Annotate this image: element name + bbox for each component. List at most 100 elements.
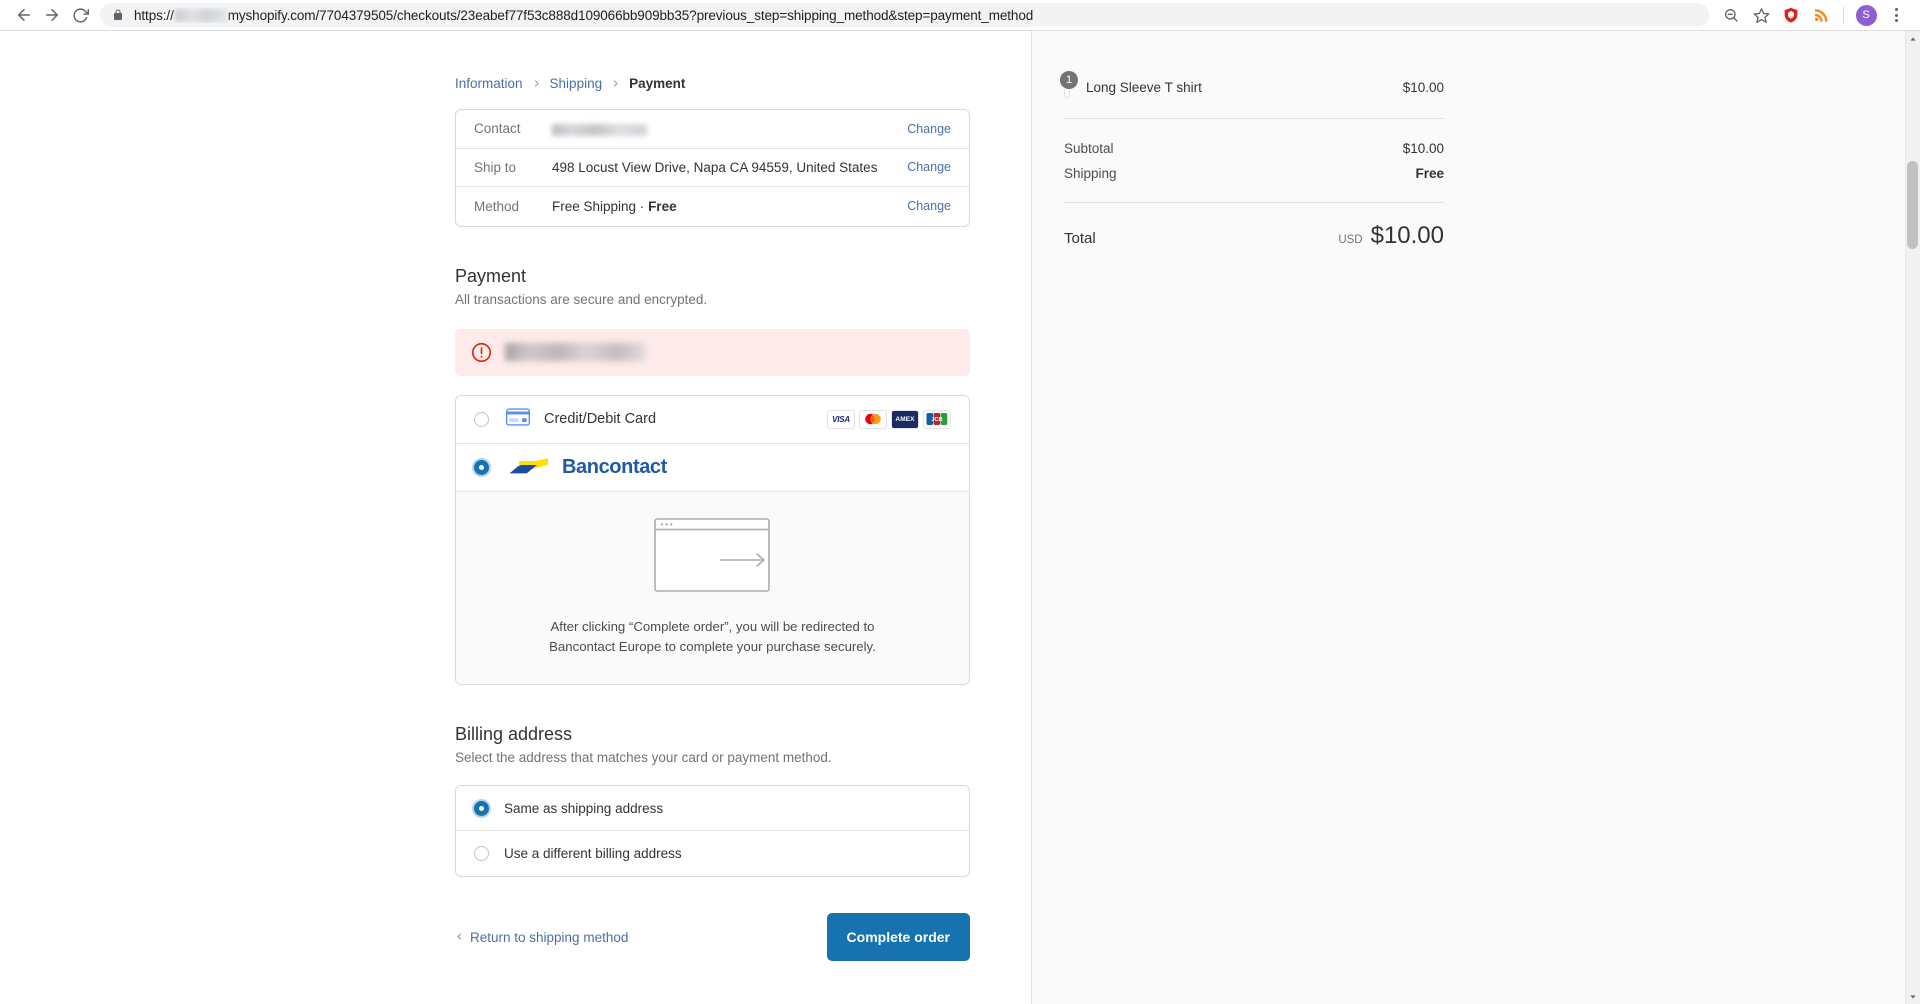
visa-label: VISA xyxy=(832,414,850,424)
scrollbar-thumb[interactable] xyxy=(1907,161,1918,249)
summary-row-shipping: Shipping Free xyxy=(1064,161,1444,186)
payment-method-label: Credit/Debit Card xyxy=(544,411,657,427)
kebab-menu-icon[interactable] xyxy=(1882,1,1910,29)
review-label-contact: Contact xyxy=(474,121,521,137)
breadcrumb-shipping[interactable]: Shipping xyxy=(550,76,603,91)
radio-credit-debit-card[interactable] xyxy=(474,411,489,427)
breadcrumb-information[interactable]: Information xyxy=(455,76,523,91)
line-item-price: $10.00 xyxy=(1402,79,1444,95)
error-circle-icon xyxy=(471,342,492,363)
change-shipping-method-link[interactable]: Change xyxy=(907,199,951,213)
visa-icon: VISA xyxy=(827,409,855,429)
subtotal-label: Subtotal xyxy=(1064,141,1114,156)
total-value-wrap: USD $10.00 xyxy=(1338,222,1444,250)
url-suffix: myshopify.com/7704379505/checkouts/23eab… xyxy=(227,7,1034,23)
toolbar-icons: S xyxy=(1717,1,1910,29)
jcb-icon: JCB xyxy=(923,409,951,429)
redacted-error-message xyxy=(505,343,645,361)
breadcrumb: Information Shipping Payment xyxy=(455,31,970,109)
review-row-ship-to: Ship to 498 Locust View Drive, Napa CA 9… xyxy=(456,149,969,187)
lock-icon xyxy=(112,9,124,21)
bancontact-redirect-panel: After clicking “Complete order”, you wil… xyxy=(456,491,969,685)
checkout-content: Information Shipping Payment Contact Cha… xyxy=(455,31,970,1004)
order-review-card: Contact Change Ship to 498 Locust View D… xyxy=(455,109,970,227)
accepted-card-brands: VISA AMEX JCB xyxy=(827,409,951,429)
return-link-label: Return to shipping method xyxy=(470,929,629,945)
svg-text:JCB: JCB xyxy=(931,417,942,423)
payment-methods-box: Credit/Debit Card VISA AMEX JCB Banconta… xyxy=(455,394,970,686)
billing-option-same-as-shipping[interactable]: Same as shipping address xyxy=(456,786,969,832)
amex-label: AMEX xyxy=(895,415,915,423)
toolbar-divider xyxy=(1843,6,1844,24)
complete-order-button[interactable]: Complete order xyxy=(826,913,970,962)
shield-icon[interactable] xyxy=(1777,1,1805,29)
redacted-contact-value xyxy=(552,123,647,136)
chevron-right-icon xyxy=(611,79,620,88)
method-name: Free Shipping · xyxy=(552,198,649,214)
change-shipping-address-link[interactable]: Change xyxy=(907,160,951,174)
change-contact-link[interactable]: Change xyxy=(907,122,951,136)
bancontact-logo-icon: Bancontact xyxy=(506,456,951,479)
rss-feed-icon[interactable] xyxy=(1807,1,1835,29)
profile-avatar-icon[interactable]: S xyxy=(1852,1,1880,29)
billing-option-label: Use a different billing address xyxy=(504,846,682,862)
redirect-line-1: After clicking “Complete order”, you wil… xyxy=(550,618,875,634)
redirect-line-2: Bancontact Europe to complete your purch… xyxy=(549,638,876,654)
forward-arrow-icon[interactable] xyxy=(38,1,66,29)
shipping-label: Shipping xyxy=(1064,166,1117,181)
billing-subheading: Select the address that matches your car… xyxy=(455,750,832,766)
address-bar[interactable]: https:// myshopify.com/7704379505/checkou… xyxy=(100,3,1709,27)
radio-different-billing-address[interactable] xyxy=(474,846,489,862)
review-label-ship-to: Ship to xyxy=(474,159,517,175)
billing-option-label: Same as shipping address xyxy=(504,800,664,816)
amex-icon: AMEX xyxy=(891,409,919,429)
scroll-down-arrow-icon[interactable] xyxy=(1905,989,1920,1004)
review-row-method: Method Free Shipping · Free Change xyxy=(456,187,969,226)
star-icon[interactable] xyxy=(1747,1,1775,29)
url-text: https:// myshopify.com/7704379505/checkou… xyxy=(134,8,1033,23)
review-value-method: Free Shipping · Free xyxy=(552,199,907,214)
bancontact-label: Bancontact xyxy=(562,455,667,478)
radio-bancontact[interactable] xyxy=(474,459,489,475)
redirect-message: After clicking “Complete order”, you wil… xyxy=(476,617,949,658)
review-value-ship-to: 498 Locust View Drive, Napa CA 94559, Un… xyxy=(552,159,878,175)
summary-row-total: Total USD $10.00 xyxy=(1064,203,1444,250)
product-thumbnail-wrap: 1 xyxy=(1059,70,1079,98)
total-amount: $10.00 xyxy=(1370,222,1444,249)
checkout-actions: Return to shipping method Complete order xyxy=(455,913,970,962)
url-redacted-store-name xyxy=(174,8,227,22)
reload-icon[interactable] xyxy=(66,1,94,29)
payment-subheading: All transactions are secure and encrypte… xyxy=(455,291,708,307)
url-prefix: https:// xyxy=(134,7,174,23)
payment-method-credit-debit-card[interactable]: Credit/Debit Card VISA AMEX JCB xyxy=(456,396,969,444)
chevron-right-icon xyxy=(532,79,541,88)
total-currency: USD xyxy=(1338,234,1363,246)
review-label-method: Method xyxy=(474,198,520,214)
chevron-left-icon xyxy=(455,930,464,945)
payment-method-bancontact[interactable]: Bancontact xyxy=(456,444,969,492)
avatar: S xyxy=(1855,4,1877,26)
order-summary: 1 Long Sleeve T shirt $10.00 Subtotal $1… xyxy=(1059,31,1444,250)
back-arrow-icon[interactable] xyxy=(10,1,38,29)
payment-heading: Payment xyxy=(455,265,527,286)
radio-same-as-shipping[interactable] xyxy=(474,800,489,816)
billing-heading: Billing address xyxy=(455,724,573,745)
checkout-page: Information Shipping Payment Contact Cha… xyxy=(0,31,1920,1004)
checkout-main-column: Information Shipping Payment Contact Cha… xyxy=(0,31,1032,1004)
review-value-contact xyxy=(552,121,907,136)
shipping-value: Free xyxy=(1415,166,1444,181)
method-price: Free xyxy=(648,198,677,214)
line-item: 1 Long Sleeve T shirt $10.00 xyxy=(1059,31,1444,118)
page-scrollbar[interactable] xyxy=(1905,31,1920,1004)
review-row-contact: Contact Change xyxy=(456,110,969,149)
quantity-badge: 1 xyxy=(1059,70,1079,90)
payment-label-wrap: Credit/Debit Card xyxy=(506,408,827,430)
total-label: Total xyxy=(1064,230,1096,247)
credit-card-icon xyxy=(506,408,530,430)
billing-option-different-address[interactable]: Use a different billing address xyxy=(456,831,969,876)
return-to-shipping-method-link[interactable]: Return to shipping method xyxy=(455,930,628,945)
zoom-out-icon[interactable] xyxy=(1717,1,1745,29)
line-item-name: Long Sleeve T shirt xyxy=(1086,79,1202,95)
breadcrumb-payment: Payment xyxy=(629,76,686,91)
scroll-up-arrow-icon[interactable] xyxy=(1905,31,1920,46)
